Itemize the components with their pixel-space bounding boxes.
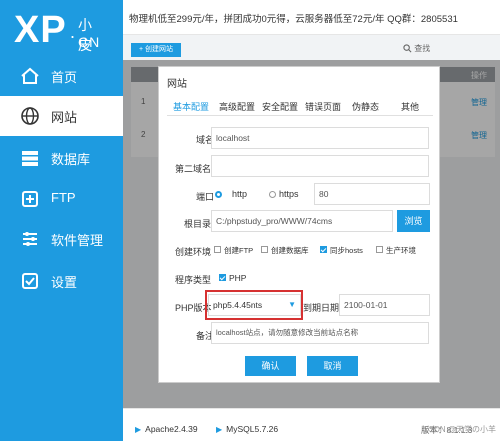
create-db-checkbox[interactable] [261, 246, 268, 253]
sidebar-item-database[interactable]: 数据库 [0, 138, 123, 178]
create-db-label: 创建数据库 [271, 246, 309, 255]
tab-other[interactable]: 其他 [401, 100, 419, 113]
remark-input[interactable]: localhost站点，请勿随意修改当前站点名称 [211, 322, 429, 344]
http-label: http [232, 189, 248, 199]
service-apache[interactable]: ▶ Apache2.4.39 [135, 424, 198, 434]
tab-error-page[interactable]: 错误页面 [305, 100, 341, 113]
program-type-label: 程序类型 [175, 275, 212, 285]
sidebar-item-label: FTP [51, 190, 76, 205]
port-input[interactable]: 80 [314, 183, 430, 205]
port-label: 端口 [196, 192, 215, 202]
second-domain-label: 第二域名 [175, 164, 212, 174]
sidebar-item-software[interactable]: 软件管理 [0, 219, 123, 259]
service-mysql[interactable]: ▶ MySQL5.7.26 [216, 424, 278, 434]
confirm-button[interactable]: 确认 [245, 356, 296, 376]
php-checkbox[interactable] [219, 274, 226, 281]
top-notice-bar: 物理机低至299元/年，拼团成功0元得，云服务器低至72元/年 QQ群：2805… [123, 0, 500, 35]
globe-icon [21, 107, 39, 125]
create-website-button[interactable]: + 创建网站 [131, 43, 181, 57]
sidebar-item-label: 软件管理 [51, 233, 104, 248]
env-label: 创建环境 [175, 247, 212, 257]
root-path-input[interactable]: C:/phpstudy_pro/WWW/74cms [211, 210, 393, 232]
https-radio[interactable] [269, 191, 276, 198]
sync-hosts-checkbox[interactable] [320, 246, 327, 253]
tab-advanced[interactable]: 高级配置 [219, 100, 255, 113]
sidebar-item-label: 设置 [51, 275, 78, 290]
sidebar: XP . 小皮 CN 首页 网站 数据库 FTP 软件管理 设置 [0, 0, 123, 441]
production-label: 生产环境 [386, 246, 416, 255]
highlight-box [205, 290, 303, 320]
php-label: PHP [229, 273, 247, 283]
second-domain-input[interactable] [211, 155, 429, 177]
sidebar-item-home[interactable]: 首页 [0, 56, 123, 96]
logo-xp: XP [14, 9, 67, 51]
service-name: MySQL5.7.26 [226, 424, 279, 434]
search-label: 查找 [414, 44, 431, 53]
sidebar-item-label: 首页 [51, 70, 78, 85]
search-box[interactable]: 查找 [403, 43, 463, 57]
expire-label: 到期日期 [303, 303, 340, 313]
ftp-icon [22, 191, 38, 207]
service-name: Apache2.4.39 [145, 424, 198, 434]
tab-divider [167, 115, 433, 116]
search-icon [403, 44, 412, 53]
domain-input[interactable]: localhost [211, 127, 429, 149]
website-dialog: 网站 基本配置 高级配置 安全配置 错误页面 伪静态 其他 域名 localho… [158, 66, 440, 383]
watermark: CSDN @天堂の小羊 [422, 425, 496, 434]
create-ftp-label: 创建FTP [224, 246, 254, 255]
sidebar-item-website[interactable]: 网站 [0, 96, 123, 136]
home-icon [21, 67, 39, 84]
browse-button[interactable]: 浏览 [397, 210, 430, 232]
tab-basic[interactable]: 基本配置 [173, 100, 209, 113]
tab-rewrite[interactable]: 伪静态 [352, 100, 379, 113]
sidebar-item-ftp[interactable]: FTP [0, 179, 123, 219]
dialog-title: 网站 [167, 79, 187, 90]
expire-date-input[interactable]: 2100-01-01 [339, 294, 430, 316]
play-icon: ▶ [216, 425, 223, 434]
production-checkbox[interactable] [376, 246, 383, 253]
sidebar-item-settings[interactable]: 设置 [0, 261, 123, 301]
http-radio[interactable] [215, 191, 222, 198]
logo-dot: . [70, 22, 76, 42]
https-label: https [279, 189, 299, 199]
logo-cn-bottom: CN [78, 34, 101, 50]
tab-security[interactable]: 安全配置 [262, 100, 298, 113]
gear-icon [22, 273, 38, 289]
create-ftp-checkbox[interactable] [214, 246, 221, 253]
cancel-button[interactable]: 取消 [307, 356, 358, 376]
notice-text[interactable]: 物理机低至299元/年，拼团成功0元得，云服务器低至72元/年 QQ群：2805… [129, 11, 458, 25]
database-icon [22, 151, 38, 166]
sidebar-item-label: 网站 [51, 110, 78, 125]
sliders-icon [23, 232, 37, 246]
sync-hosts-label: 同步hosts [330, 246, 363, 255]
sidebar-item-label: 数据库 [51, 152, 91, 167]
play-icon: ▶ [135, 425, 142, 434]
root-label: 根目录 [184, 219, 212, 229]
